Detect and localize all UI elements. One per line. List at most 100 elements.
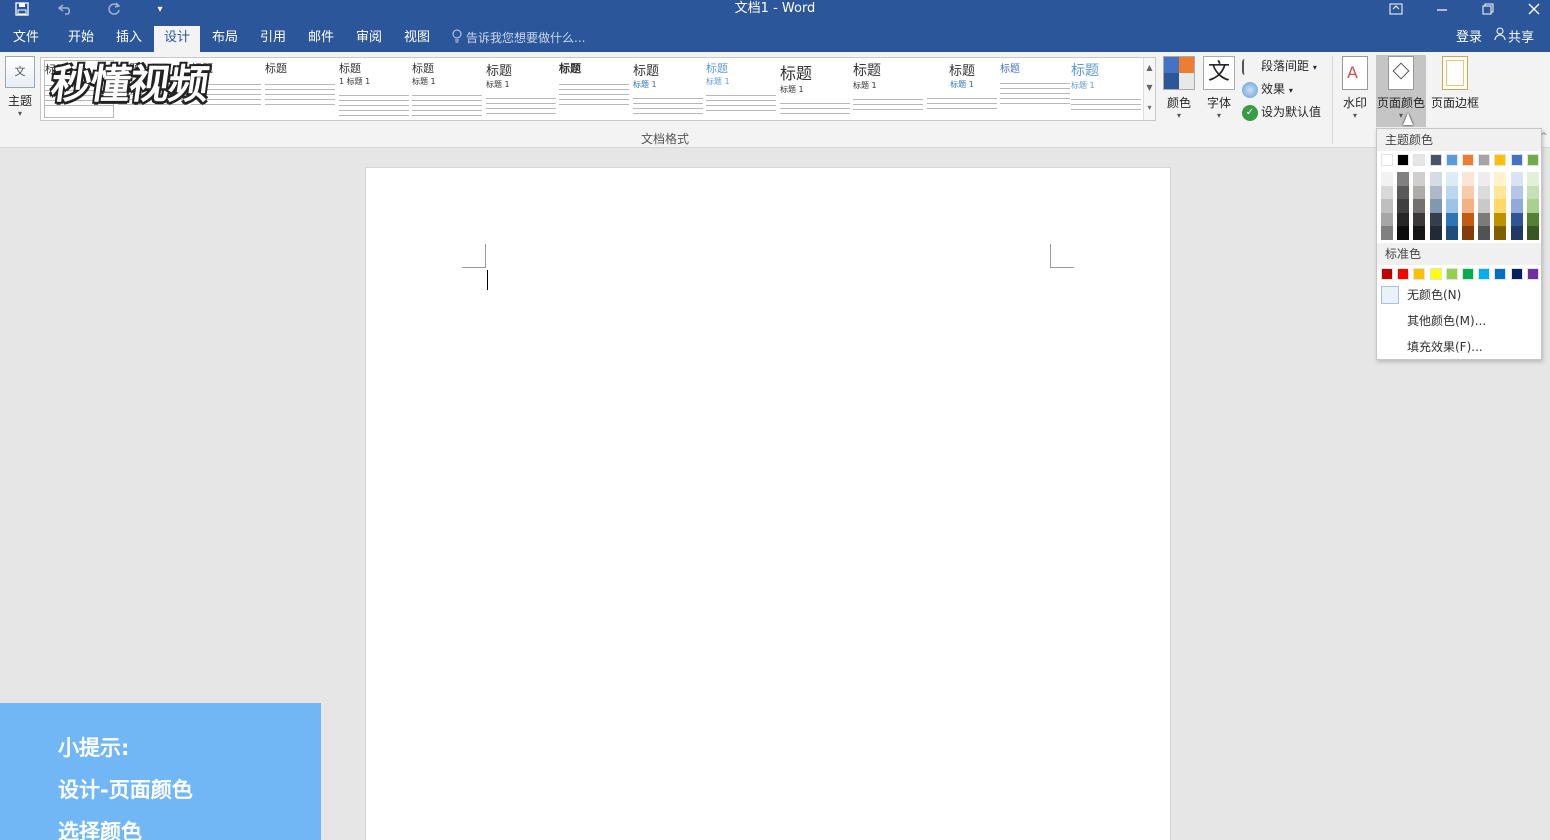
fill-effects-item[interactable]: 填充效果(F)...	[1407, 335, 1483, 359]
minimize-icon[interactable]	[1419, 0, 1465, 18]
theme-shade-swatch[interactable]	[1445, 185, 1458, 199]
style-set-item[interactable]: 标题 标题 1	[780, 60, 850, 118]
tab-design[interactable]: 设计	[154, 26, 200, 52]
style-set-item[interactable]: 标题 标题 1	[412, 60, 482, 118]
theme-shade-swatch[interactable]	[1413, 185, 1426, 199]
no-color-swatch[interactable]	[1381, 286, 1399, 304]
scroll-up-icon[interactable]: ▲	[1144, 58, 1155, 78]
effects-button[interactable]: 效果 ▾	[1242, 79, 1293, 99]
ribbon-display-icon[interactable]	[1373, 0, 1419, 18]
theme-shade-swatch[interactable]	[1526, 212, 1539, 226]
more-colors-item[interactable]: 其他颜色(M)...	[1407, 309, 1486, 333]
theme-color-swatch[interactable]	[1397, 154, 1410, 166]
standard-color-swatch[interactable]	[1397, 268, 1410, 280]
set-as-default-button[interactable]: ✓ 设为默认值	[1242, 102, 1321, 122]
tab-layout[interactable]: 布局	[210, 26, 240, 52]
theme-color-swatch[interactable]	[1478, 154, 1491, 166]
standard-color-swatch[interactable]	[1445, 268, 1458, 280]
theme-shade-swatch[interactable]	[1445, 199, 1458, 213]
gallery-scrollbar[interactable]: ▲ ▼ ▾	[1143, 58, 1155, 120]
theme-shade-swatch[interactable]	[1462, 199, 1474, 213]
theme-color-swatch[interactable]	[1494, 154, 1507, 166]
theme-color-swatch[interactable]	[1462, 154, 1474, 166]
theme-color-swatch[interactable]	[1510, 154, 1523, 166]
theme-shade-swatch[interactable]	[1510, 185, 1523, 199]
theme-shade-swatch[interactable]	[1462, 185, 1474, 199]
theme-shade-swatch[interactable]	[1494, 185, 1507, 199]
style-set-item[interactable]: 标题	[1000, 60, 1070, 118]
style-set-item[interactable]: 标题 标题 1	[853, 60, 923, 118]
theme-shade-swatch[interactable]	[1381, 172, 1393, 186]
theme-shade-swatch[interactable]	[1397, 226, 1410, 240]
theme-shade-swatch[interactable]	[1429, 226, 1442, 240]
theme-shade-swatch[interactable]	[1462, 212, 1474, 226]
theme-shade-swatch[interactable]	[1397, 199, 1410, 213]
theme-shade-swatch[interactable]	[1445, 172, 1458, 186]
watermark-button[interactable]: A 水印 ▾	[1336, 56, 1374, 120]
theme-shade-swatch[interactable]	[1429, 185, 1442, 199]
theme-shade-swatch[interactable]	[1478, 226, 1491, 240]
tell-me-box[interactable]: 告诉我您想要做什么...	[452, 26, 585, 52]
theme-shade-swatch[interactable]	[1526, 199, 1539, 213]
theme-shade-swatch[interactable]	[1510, 212, 1523, 226]
page-borders-button[interactable]: 页面边框	[1428, 56, 1482, 111]
style-set-item[interactable]: 标题 标题 1	[633, 60, 703, 118]
standard-color-swatch[interactable]	[1494, 268, 1507, 280]
standard-color-swatch[interactable]	[1413, 268, 1426, 280]
standard-color-swatch[interactable]	[1478, 268, 1491, 280]
theme-shade-swatch[interactable]	[1413, 172, 1426, 186]
theme-shade-swatch[interactable]	[1381, 199, 1393, 213]
theme-shade-swatch[interactable]	[1397, 172, 1410, 186]
fonts-button[interactable]: 文 字体 ▾	[1200, 56, 1238, 120]
theme-shade-swatch[interactable]	[1494, 212, 1507, 226]
theme-shade-swatch[interactable]	[1526, 185, 1539, 199]
theme-color-swatch[interactable]	[1526, 154, 1539, 166]
login-link[interactable]: 登录	[1456, 26, 1482, 52]
theme-shade-swatch[interactable]	[1445, 212, 1458, 226]
gallery-more-icon[interactable]: ▾	[1144, 98, 1155, 118]
theme-shade-swatch[interactable]	[1494, 172, 1507, 186]
theme-shade-swatch[interactable]	[1494, 226, 1507, 240]
theme-shade-swatch[interactable]	[1429, 199, 1442, 213]
theme-shade-swatch[interactable]	[1478, 185, 1491, 199]
standard-color-swatch[interactable]	[1462, 268, 1474, 280]
theme-shade-swatch[interactable]	[1510, 199, 1523, 213]
scroll-down-icon[interactable]: ▼	[1144, 78, 1155, 98]
style-set-item[interactable]: 标题 标题 1	[486, 60, 556, 118]
theme-shade-swatch[interactable]	[1381, 226, 1393, 240]
tab-insert[interactable]: 插入	[114, 26, 144, 52]
style-set-item[interactable]: 标题	[559, 60, 629, 118]
theme-shade-swatch[interactable]	[1478, 172, 1491, 186]
no-color-item[interactable]: 无颜色(N)	[1407, 283, 1461, 307]
style-set-item[interactable]: 标题 标题 1	[1071, 60, 1141, 118]
close-icon[interactable]	[1511, 0, 1550, 18]
theme-color-swatch[interactable]	[1429, 154, 1442, 166]
standard-color-swatch[interactable]	[1429, 268, 1442, 280]
theme-shade-swatch[interactable]	[1526, 172, 1539, 186]
theme-shade-swatch[interactable]	[1397, 212, 1410, 226]
theme-color-swatch[interactable]	[1381, 154, 1393, 166]
theme-shade-swatch[interactable]	[1413, 199, 1426, 213]
colors-button[interactable]: 颜色 ▾	[1160, 56, 1198, 120]
theme-shade-swatch[interactable]	[1510, 172, 1523, 186]
style-set-item[interactable]: 标题 标题 1	[706, 60, 776, 118]
theme-shade-swatch[interactable]	[1397, 185, 1410, 199]
style-set-item[interactable]: 标题	[265, 60, 335, 118]
theme-shade-swatch[interactable]	[1413, 212, 1426, 226]
restore-icon[interactable]	[1465, 0, 1511, 18]
theme-shade-swatch[interactable]	[1478, 212, 1491, 226]
theme-shade-swatch[interactable]	[1494, 199, 1507, 213]
standard-color-swatch[interactable]	[1381, 268, 1393, 280]
standard-color-swatch[interactable]	[1526, 268, 1539, 280]
theme-shade-swatch[interactable]	[1462, 172, 1474, 186]
theme-shade-swatch[interactable]	[1478, 199, 1491, 213]
style-set-item[interactable]: 标题 1 标题 1	[339, 60, 409, 118]
theme-shade-swatch[interactable]	[1413, 226, 1426, 240]
scroll-up-icon[interactable]: ^	[1540, 132, 1550, 142]
theme-shade-swatch[interactable]	[1381, 212, 1393, 226]
tab-review[interactable]: 审阅	[354, 26, 384, 52]
theme-shade-swatch[interactable]	[1381, 185, 1393, 199]
theme-color-swatch[interactable]	[1413, 154, 1426, 166]
theme-shade-swatch[interactable]	[1429, 212, 1442, 226]
share-button[interactable]: 共享	[1494, 26, 1534, 52]
